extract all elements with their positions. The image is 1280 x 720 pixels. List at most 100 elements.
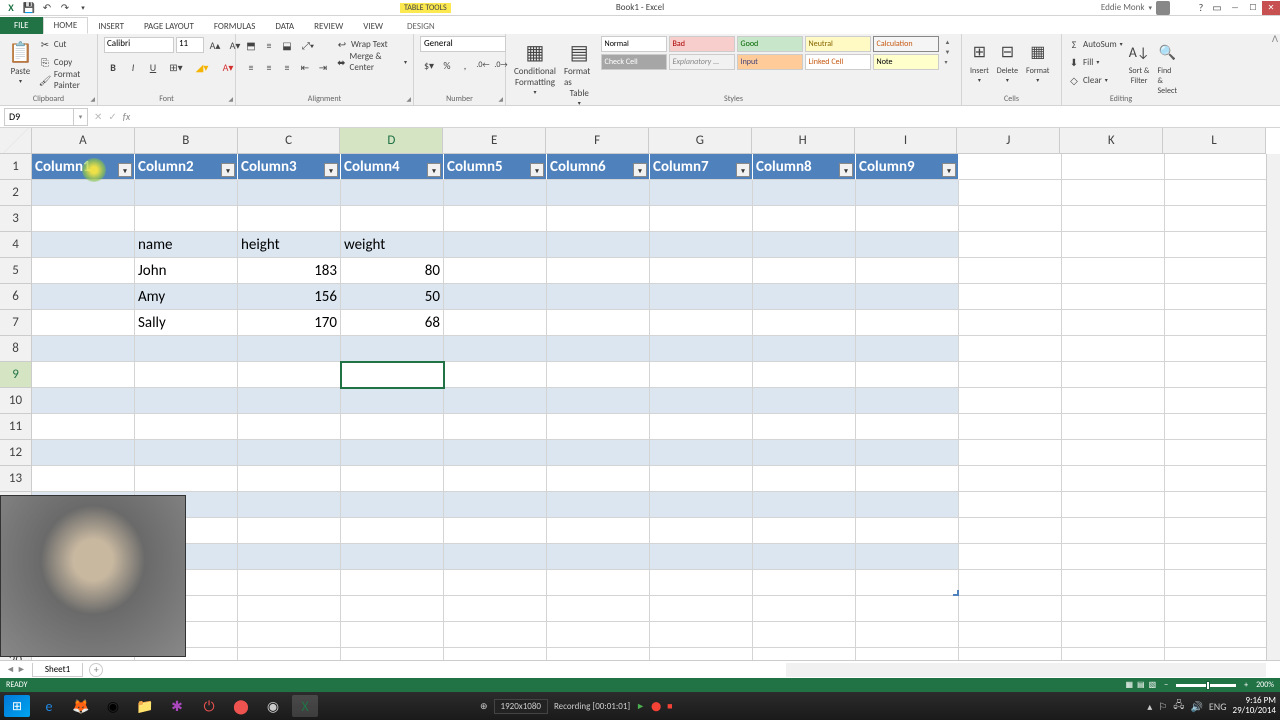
filter-arrow-Column6[interactable]: ▾ [633, 163, 647, 177]
filter-arrow-Column1[interactable]: ▾ [118, 163, 132, 177]
qat-customize-icon[interactable]: ▾ [76, 1, 90, 15]
cell-I4[interactable] [856, 232, 959, 258]
col-header-I[interactable]: I [855, 128, 958, 153]
clear-button[interactable]: ◇Clear▾ [1068, 72, 1123, 88]
fill-color-button[interactable]: ◢▾ [190, 58, 214, 76]
font-dialog-launcher[interactable]: ◢ [228, 95, 233, 103]
tab-page-layout[interactable]: PAGE LAYOUT [134, 19, 204, 34]
cell-A12[interactable] [32, 440, 135, 466]
cell-K11[interactable] [1062, 414, 1165, 440]
row-header-2[interactable]: 2 [0, 180, 31, 206]
cell-L9[interactable] [1165, 362, 1268, 388]
cell-E8[interactable] [444, 336, 547, 362]
merge-center-button[interactable]: ⬌Merge & Center▾ [336, 54, 407, 70]
cell-A11[interactable] [32, 414, 135, 440]
delete-cells-button[interactable]: ⊟Delete▾ [995, 36, 1020, 86]
cell-F3[interactable] [547, 206, 650, 232]
cell-I13[interactable] [856, 466, 959, 492]
save-icon[interactable]: 💾 [22, 1, 36, 15]
add-sheet-button[interactable]: + [89, 663, 103, 677]
row-header-13[interactable]: 13 [0, 466, 31, 492]
cell-B6[interactable]: Amy [135, 284, 238, 310]
col-header-G[interactable]: G [649, 128, 752, 153]
cell-B4[interactable]: name [135, 232, 238, 258]
cell-H18[interactable] [753, 596, 856, 622]
cell-B12[interactable] [135, 440, 238, 466]
align-center-button[interactable]: ≡ [260, 58, 278, 76]
cell-F6[interactable] [547, 284, 650, 310]
cell-A10[interactable] [32, 388, 135, 414]
col-header-L[interactable]: L [1163, 128, 1266, 153]
sort-filter-button[interactable]: A↓Sort &Filter [1127, 36, 1152, 88]
cell-D12[interactable] [341, 440, 444, 466]
cell-J16[interactable] [959, 544, 1062, 570]
cell-B5[interactable]: John [135, 258, 238, 284]
cell-J1[interactable] [959, 154, 1062, 180]
cell-F15[interactable] [547, 518, 650, 544]
cell-L10[interactable] [1165, 388, 1268, 414]
cell-H2[interactable] [753, 180, 856, 206]
cell-F12[interactable] [547, 440, 650, 466]
cancel-formula-icon[interactable]: ✕ [94, 110, 102, 123]
cell-A8[interactable] [32, 336, 135, 362]
cell-H9[interactable] [753, 362, 856, 388]
style-normal[interactable]: Normal [601, 36, 667, 52]
cell-G12[interactable] [650, 440, 753, 466]
col-header-F[interactable]: F [546, 128, 649, 153]
cell-A6[interactable] [32, 284, 135, 310]
fx-icon[interactable]: fx [123, 110, 130, 123]
cell-H14[interactable] [753, 492, 856, 518]
row-header-8[interactable]: 8 [0, 336, 31, 362]
cell-I18[interactable] [856, 596, 959, 622]
clipboard-dialog-launcher[interactable]: ◢ [90, 95, 95, 103]
style-linked-cell[interactable]: Linked Cell [805, 54, 871, 70]
cell-E11[interactable] [444, 414, 547, 440]
taskbar-app-icon[interactable]: ✱ [164, 695, 190, 717]
cell-E9[interactable] [444, 362, 547, 388]
format-painter-button[interactable]: 🖌Format Painter [39, 72, 91, 88]
tray-volume-icon[interactable]: 🔊 [1190, 700, 1202, 713]
align-middle-button[interactable]: ≡ [260, 36, 278, 54]
filter-arrow-Column7[interactable]: ▾ [736, 163, 750, 177]
cell-B9[interactable] [135, 362, 238, 388]
cell-D14[interactable] [341, 492, 444, 518]
cut-button[interactable]: ✂Cut [39, 36, 91, 52]
sheet-tab-1[interactable]: Sheet1 [32, 663, 83, 677]
cell-J15[interactable] [959, 518, 1062, 544]
cell-I15[interactable] [856, 518, 959, 544]
col-header-K[interactable]: K [1060, 128, 1163, 153]
cell-L12[interactable] [1165, 440, 1268, 466]
taskbar-record-icon[interactable]: ⬤ [228, 695, 254, 717]
row-header-5[interactable]: 5 [0, 258, 31, 284]
cell-H16[interactable] [753, 544, 856, 570]
cell-D8[interactable] [341, 336, 444, 362]
cell-F9[interactable] [547, 362, 650, 388]
cell-F11[interactable] [547, 414, 650, 440]
decrease-indent-button[interactable]: ⇤ [296, 58, 314, 76]
cell-K17[interactable] [1062, 570, 1165, 596]
tab-view[interactable]: VIEW [353, 19, 393, 34]
redo-icon[interactable]: ↷ [58, 1, 72, 15]
increase-indent-button[interactable]: ⇥ [314, 58, 332, 76]
cell-F10[interactable] [547, 388, 650, 414]
select-all-corner[interactable] [0, 128, 32, 154]
cell-I14[interactable] [856, 492, 959, 518]
cell-I8[interactable] [856, 336, 959, 362]
cell-F13[interactable] [547, 466, 650, 492]
cell-E3[interactable] [444, 206, 547, 232]
cell-K16[interactable] [1062, 544, 1165, 570]
tray-lang[interactable]: ENG [1209, 700, 1227, 713]
cell-E16[interactable] [444, 544, 547, 570]
cell-G10[interactable] [650, 388, 753, 414]
cell-D19[interactable] [341, 622, 444, 648]
cell-G13[interactable] [650, 466, 753, 492]
cell-J3[interactable] [959, 206, 1062, 232]
cell-J19[interactable] [959, 622, 1062, 648]
cell-A13[interactable] [32, 466, 135, 492]
row-header-6[interactable]: 6 [0, 284, 31, 310]
col-header-J[interactable]: J [957, 128, 1060, 153]
cell-F8[interactable] [547, 336, 650, 362]
cell-E14[interactable] [444, 492, 547, 518]
row-header-11[interactable]: 11 [0, 414, 31, 440]
accept-formula-icon[interactable]: ✓ [108, 110, 116, 123]
